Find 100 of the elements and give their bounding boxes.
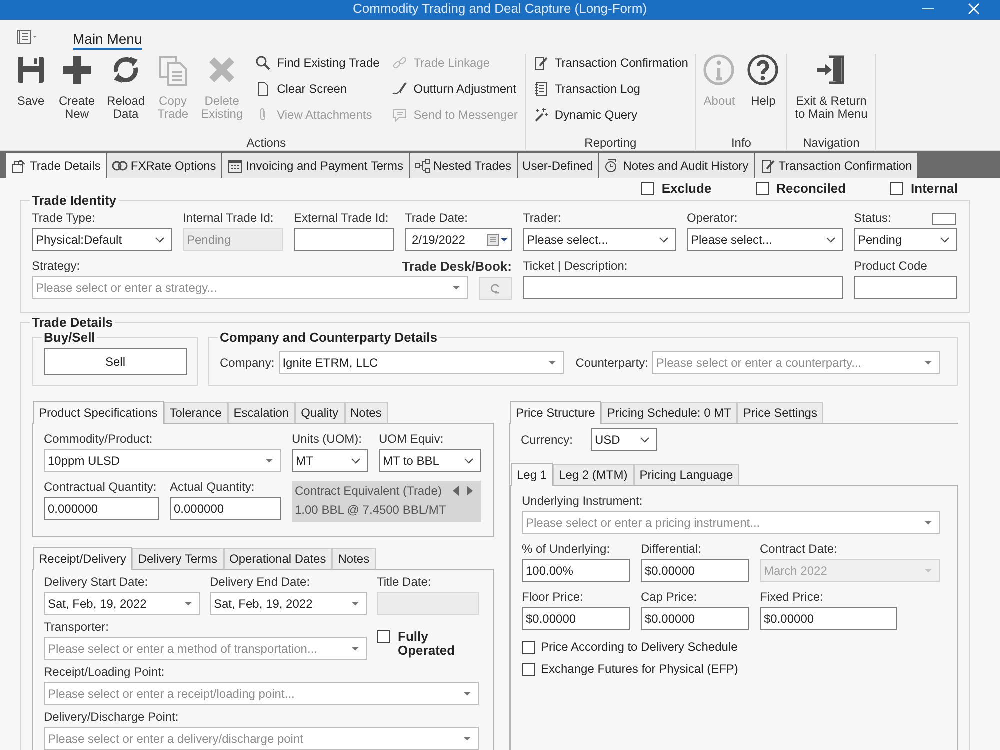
read-only-field[interactable] xyxy=(377,592,479,615)
tab[interactable]: User-Defined xyxy=(518,153,598,178)
tab[interactable]: Price Settings xyxy=(737,402,824,423)
tab[interactable]: Notes and Audit History xyxy=(599,153,754,178)
field-label: Commodity/Product: xyxy=(44,432,153,446)
field-label: Floor Price: xyxy=(522,590,584,604)
save-icon xyxy=(15,54,47,86)
input-field[interactable] xyxy=(294,228,394,251)
ribbon-button[interactable]: Exit & Return to Main Menu xyxy=(794,54,868,121)
tab[interactable]: Invoicing and Payment Terms xyxy=(222,153,408,178)
tab[interactable]: Product Specifications xyxy=(33,401,164,424)
combo-box[interactable]: Sat, Feb, 19, 2022 xyxy=(210,592,367,615)
right-arrow-icon[interactable] xyxy=(467,486,473,496)
tab[interactable]: Nested Trades xyxy=(410,153,517,178)
dropdown[interactable]: MT xyxy=(292,449,368,472)
input-field[interactable]: $0.00000 xyxy=(641,607,749,630)
input-field[interactable]: $0.00000 xyxy=(641,559,749,582)
field-label: Company: xyxy=(220,356,275,370)
dropdown[interactable]: USD xyxy=(591,428,658,451)
dropdown[interactable]: MT to BBL xyxy=(379,449,481,472)
lookup-button[interactable] xyxy=(479,277,512,300)
input-field[interactable]: 0.000000 xyxy=(44,497,159,520)
document-icon xyxy=(11,158,27,174)
ribbon-button[interactable]: Create New xyxy=(59,54,96,121)
combo-box[interactable]: Ignite ETRM, LLC xyxy=(278,351,564,374)
calendar-icon xyxy=(487,234,499,246)
checkbox[interactable] xyxy=(640,182,654,194)
search-icon xyxy=(255,55,272,71)
tab[interactable]: Escalation xyxy=(228,402,296,423)
tab[interactable]: Leg 1 xyxy=(511,463,554,486)
ribbon-button[interactable]: Clear Screen xyxy=(255,80,380,98)
input-field[interactable]: 100.00% xyxy=(522,559,630,582)
tab[interactable]: Transaction Confirmation xyxy=(754,153,918,178)
date-field[interactable]: 2/19/2022 xyxy=(405,228,512,251)
tab[interactable]: Price Structure xyxy=(510,401,602,424)
caret-down-icon xyxy=(185,602,192,606)
ribbon-button[interactable]: Help xyxy=(747,54,780,108)
checkbox[interactable] xyxy=(522,640,535,654)
combo-box[interactable]: 10ppm ULSD xyxy=(44,449,281,472)
ribbon-button[interactable]: Reload Data xyxy=(107,54,146,121)
field-label: Receipt/Loading Point: xyxy=(44,665,165,679)
left-arrow-icon[interactable] xyxy=(453,486,459,496)
tab[interactable]: Leg 2 (MTM) xyxy=(553,464,634,485)
field-label: Fixed Price: xyxy=(760,590,824,604)
buy-sell-button[interactable]: Sell xyxy=(44,348,187,375)
tab[interactable]: Notes xyxy=(344,402,388,423)
ribbon-button[interactable]: Find Existing Trade xyxy=(255,54,380,72)
input-field[interactable]: $0.00000 xyxy=(522,607,630,630)
dropdown[interactable]: Please select... xyxy=(523,228,676,251)
ribbon-button[interactable]: Transaction Confirmation xyxy=(532,54,688,72)
checkbox[interactable] xyxy=(756,182,769,194)
dropdown[interactable]: Please select... xyxy=(687,228,843,251)
section-title: Trade Details xyxy=(31,315,114,330)
tab[interactable]: Tolerance xyxy=(164,402,228,423)
field-label: Title Date: xyxy=(377,575,432,589)
chevron-down-icon xyxy=(464,458,474,464)
field-label: Status: xyxy=(854,211,892,225)
input-field[interactable] xyxy=(854,276,957,299)
checkbox[interactable] xyxy=(890,182,904,194)
field-label: Delivery/Discharge Point: xyxy=(44,710,179,724)
notebook-icon xyxy=(532,81,549,97)
field-label: Trade Type: xyxy=(32,211,96,225)
app-menu-button[interactable] xyxy=(16,29,38,45)
ribbon-button[interactable]: Dynamic Query xyxy=(532,106,688,124)
tab[interactable]: Pricing Language xyxy=(634,464,740,485)
checkbox[interactable] xyxy=(522,662,535,676)
tab[interactable]: Operational Dates xyxy=(224,548,332,569)
info-icon xyxy=(703,54,736,86)
ribbon-button[interactable]: Transaction Log xyxy=(532,80,688,98)
tab[interactable]: FXRate Options xyxy=(106,153,222,178)
menu-tab[interactable]: Main Menu xyxy=(73,31,142,50)
caret-down-icon xyxy=(925,568,932,572)
caret-down-icon xyxy=(352,646,359,650)
minimize-icon[interactable] xyxy=(922,8,934,10)
field-label: Counterparty: xyxy=(576,356,648,370)
ribbon-button[interactable]: Outturn Adjustment xyxy=(392,80,518,98)
tab[interactable]: Notes xyxy=(332,548,376,569)
close-icon[interactable] xyxy=(968,3,980,15)
tab[interactable]: Trade Details xyxy=(6,153,106,178)
combo-box[interactable]: Sat, Feb, 19, 2022 xyxy=(44,592,200,615)
nodes-icon xyxy=(414,158,430,174)
tab[interactable]: Pricing Schedule: 0 MT xyxy=(601,402,738,423)
caret-down-icon xyxy=(925,360,932,364)
color-swatch[interactable] xyxy=(932,213,956,225)
panel-title: Contract Equivalent (Trade) xyxy=(295,484,442,498)
group-label: Info xyxy=(730,136,752,152)
ribbon-button[interactable]: Save xyxy=(15,54,47,108)
tab[interactable]: Receipt/Delivery xyxy=(33,547,132,570)
tab[interactable]: Quality xyxy=(295,402,344,423)
input-field[interactable]: $0.00000 xyxy=(760,607,897,630)
field-label: Transporter: xyxy=(44,620,109,634)
field-label: Ticket | Description: xyxy=(523,259,628,273)
dropdown[interactable]: Physical:Default xyxy=(32,228,172,251)
input-field[interactable]: 0.000000 xyxy=(170,497,281,520)
dropdown[interactable]: Pending xyxy=(854,228,957,251)
input-field[interactable] xyxy=(523,276,843,299)
tab[interactable]: Delivery Terms xyxy=(132,548,224,569)
checkbox[interactable] xyxy=(377,630,390,643)
chevron-down-icon xyxy=(351,458,361,464)
help-icon xyxy=(747,54,780,86)
